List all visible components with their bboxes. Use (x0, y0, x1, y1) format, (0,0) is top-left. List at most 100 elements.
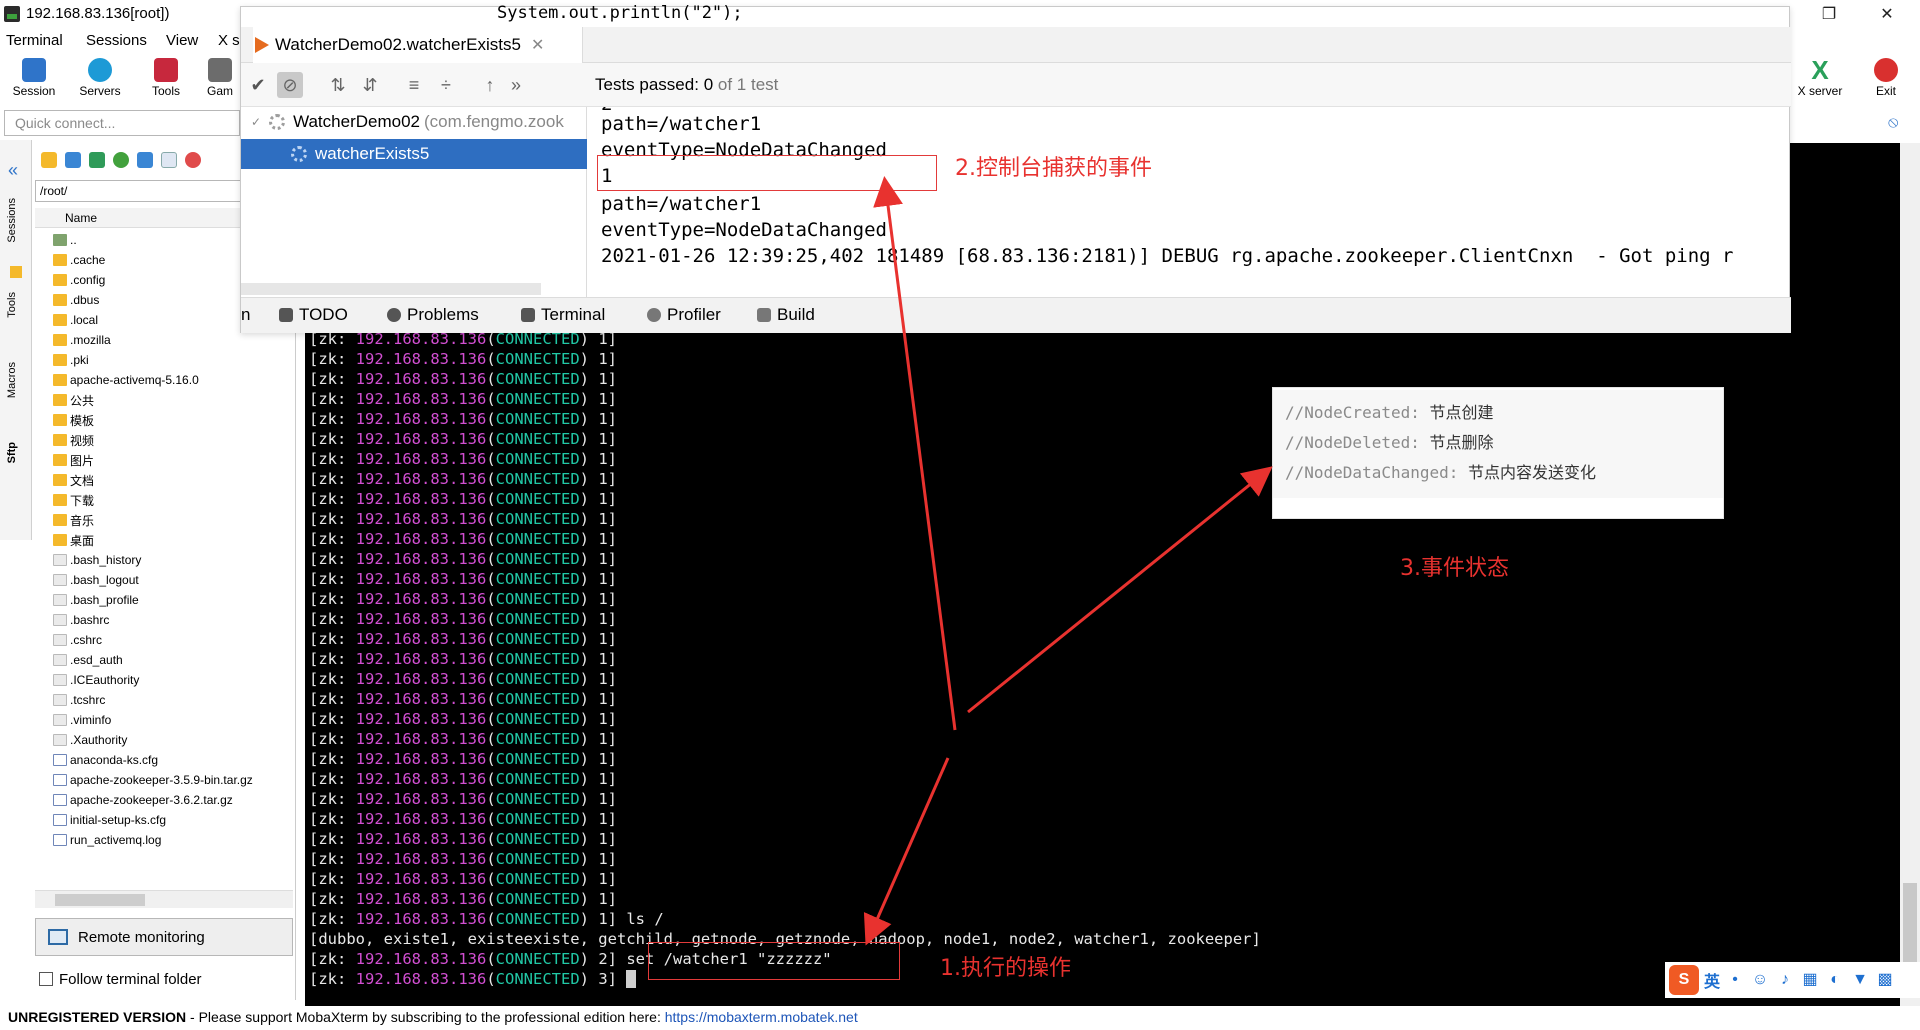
tab-todo[interactable]: TODO (279, 305, 348, 325)
file-list-item[interactable]: 公共 (53, 390, 293, 410)
file-list-item[interactable]: 模板 (53, 410, 293, 430)
expand-all-icon[interactable]: ≡ (401, 72, 427, 98)
x-server-button[interactable]: X X server (1790, 54, 1850, 106)
file-list-item[interactable]: apache-activemq-5.16.0 (53, 370, 293, 390)
scrollbar-thumb[interactable] (55, 894, 145, 906)
file-icon (53, 774, 67, 786)
event-state-list: //NodeCreated: 节点创建 //NodeDeleted: 节点删除 … (1273, 390, 1723, 498)
file-list-item[interactable]: .cshrc (53, 630, 293, 650)
file-list-item[interactable]: initial-setup-ks.cfg (53, 810, 293, 830)
tree-scrollbar[interactable] (241, 283, 541, 295)
file-list-item[interactable]: .bashrc (53, 610, 293, 630)
emoji-icon[interactable]: ☺ (1750, 970, 1770, 990)
refresh-icon[interactable] (113, 152, 129, 168)
file-list-item[interactable]: anaconda-ks.cfg (53, 750, 293, 770)
sogou-logo-icon[interactable]: S (1669, 965, 1699, 995)
terminal-line: [zk: 192.168.83.136(CONNECTED) 1] (309, 810, 627, 828)
new-file-icon[interactable] (161, 152, 177, 168)
file-icon (53, 614, 67, 626)
file-list-item[interactable]: .bash_profile (53, 590, 293, 610)
file-list-item[interactable]: .ICEauthority (53, 670, 293, 690)
console-line: path=/watcher1 (601, 193, 762, 215)
download-icon[interactable] (65, 152, 81, 168)
horizontal-scrollbar[interactable] (35, 890, 293, 908)
collapse-all-icon[interactable]: ÷ (433, 72, 459, 98)
show-passed-icon[interactable]: ✔ (245, 72, 271, 98)
file-name: .Xauthority (70, 733, 128, 747)
run-tab[interactable]: WatcherDemo02.watcherExists5 ✕ (253, 27, 583, 63)
keyboard-icon[interactable]: ▦ (1800, 970, 1820, 990)
shirt-icon[interactable]: ▼ (1850, 970, 1870, 990)
microphone-icon[interactable]: ♪ (1775, 970, 1795, 990)
tab-sessions[interactable]: Sessions (6, 198, 24, 243)
tab-sftp[interactable]: Sftp (6, 442, 24, 463)
close-icon[interactable]: ✕ (1864, 2, 1910, 28)
menu-view[interactable]: View (166, 32, 198, 49)
upload-icon[interactable] (89, 152, 105, 168)
expand-icon[interactable]: ✓ (251, 115, 261, 129)
new-folder-icon[interactable] (137, 152, 153, 168)
file-name: initial-setup-ks.cfg (70, 813, 167, 827)
punctuation-icon[interactable]: • (1725, 970, 1745, 990)
restore-icon[interactable]: ❐ (1806, 2, 1852, 28)
grid-icon[interactable]: ▩ (1875, 970, 1895, 990)
console-output[interactable]: 2 path=/watcher1 eventType=NodeDataChang… (589, 107, 1789, 297)
tab-build[interactable]: Build (757, 305, 815, 325)
tab-tools[interactable]: Tools (6, 292, 24, 318)
previous-failed-icon[interactable]: ↑ (477, 72, 503, 98)
follow-terminal-checkbox[interactable] (39, 972, 53, 986)
file-name: .pki (70, 353, 89, 367)
follow-terminal-folder[interactable]: Follow terminal folder (35, 966, 293, 992)
captured-event-highlight (597, 155, 937, 191)
delete-icon[interactable] (185, 152, 201, 168)
sort-alpha-icon[interactable]: ⇅ (325, 72, 351, 98)
tools-button[interactable]: Tools (136, 54, 196, 106)
sort-duration-icon[interactable]: ⇵ (357, 72, 383, 98)
tab-terminal[interactable]: Terminal (521, 305, 605, 325)
tab-problems[interactable]: Problems (387, 305, 479, 325)
session-button[interactable]: Session (4, 54, 64, 106)
file-list-item[interactable]: .viminfo (53, 710, 293, 730)
servers-button[interactable]: Servers (70, 54, 130, 106)
tab-close-icon[interactable]: ✕ (531, 35, 544, 55)
file-list-item[interactable]: .Xauthority (53, 730, 293, 750)
menu-terminal[interactable]: Terminal (6, 32, 63, 49)
quick-connect-input[interactable]: Quick connect... (4, 110, 240, 136)
terminal-line: [zk: 192.168.83.136(CONNECTED) 1] (309, 830, 627, 848)
file-list-item[interactable]: 音乐 (53, 510, 293, 530)
tab-macros[interactable]: Macros (6, 362, 24, 398)
pro-edition-link[interactable]: https://mobaxterm.mobatek.net (665, 1009, 858, 1025)
file-list-item[interactable]: 下载 (53, 490, 293, 510)
file-list-item[interactable]: 桌面 (53, 530, 293, 550)
games-button[interactable]: Gam (200, 54, 240, 106)
upload-folder-icon[interactable] (41, 152, 57, 168)
menu-sessions[interactable]: Sessions (86, 32, 147, 49)
exit-button[interactable]: Exit (1856, 54, 1916, 106)
file-list-item[interactable]: apache-zookeeper-3.6.2.tar.gz (53, 790, 293, 810)
more-icon[interactable]: » (503, 72, 529, 98)
remote-monitoring-button[interactable]: Remote monitoring (35, 918, 293, 956)
file-list-item[interactable]: apache-zookeeper-3.5.9-bin.tar.gz (53, 770, 293, 790)
file-list-item[interactable]: 视频 (53, 430, 293, 450)
file-list-item[interactable]: .tcshrc (53, 690, 293, 710)
file-list-item[interactable]: 图片 (53, 450, 293, 470)
ime-language-toggle[interactable]: 英 (1704, 968, 1720, 992)
terminal-scrollbar[interactable] (1900, 143, 1920, 1006)
collapse-icon[interactable]: « (8, 160, 18, 181)
unregistered-label: UNREGISTERED VERSION (8, 1009, 187, 1025)
file-list-item[interactable]: .pki (53, 350, 293, 370)
show-ignored-icon[interactable]: ⊘ (277, 72, 303, 98)
file-list-item[interactable]: run_activemq.log (53, 830, 293, 850)
file-list-item[interactable]: .esd_auth (53, 650, 293, 670)
file-list-item[interactable]: 文档 (53, 470, 293, 490)
file-list-item[interactable]: .mozilla (53, 330, 293, 350)
attach-icon[interactable]: ⦸ (1888, 114, 1904, 132)
tab-profiler[interactable]: Profiler (647, 305, 721, 325)
skin-icon[interactable]: ◐ (1825, 970, 1845, 990)
file-list-item[interactable]: .bash_logout (53, 570, 293, 590)
file-list-item[interactable]: .bash_history (53, 550, 293, 570)
menu-xserver[interactable]: X s (218, 32, 240, 49)
tree-item-class[interactable]: ✓ WatcherDemo02 (com.fengmo.zook (241, 107, 587, 137)
tab-run[interactable]: n (241, 305, 250, 325)
tree-item-method[interactable]: watcherExists5 (241, 139, 587, 169)
